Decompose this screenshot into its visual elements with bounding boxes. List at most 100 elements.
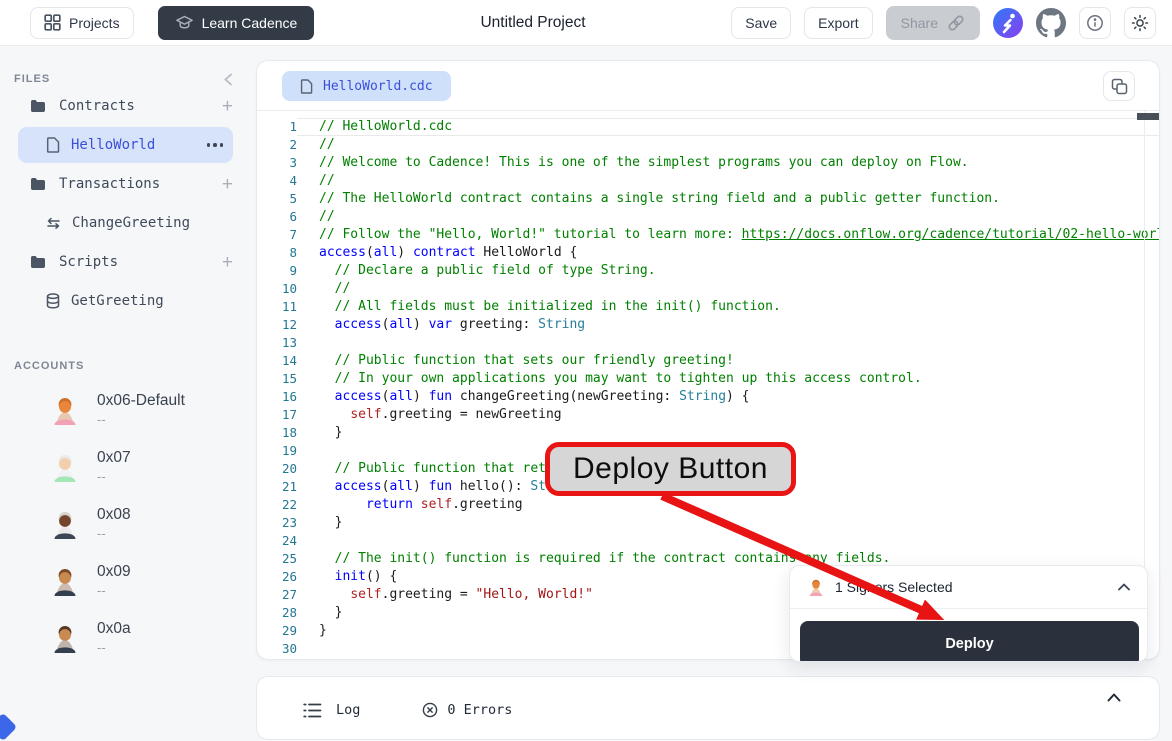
code-line: 11 // All fields must be initialized in …: [257, 298, 1159, 316]
projects-button[interactable]: Projects: [30, 7, 134, 39]
page-title: Untitled Project: [480, 14, 585, 32]
theme-toggle-button[interactable]: [1124, 7, 1156, 39]
contract-item-label: HelloWorld: [71, 137, 207, 153]
add-transaction-button[interactable]: +: [222, 175, 233, 194]
errors-label: 0 Errors: [447, 702, 512, 718]
add-contract-button[interactable]: +: [222, 97, 233, 116]
account-avatar: [807, 578, 825, 596]
link-icon: [947, 14, 965, 32]
account-row-0x06-default[interactable]: 0x06-Default --: [0, 381, 253, 438]
learn-cadence-label: Learn Cadence: [202, 15, 298, 31]
sidebar-item-getgreeting[interactable]: GetGreeting: [18, 283, 233, 319]
sidebar-folder-transactions[interactable]: Transactions +: [0, 164, 253, 204]
folder-icon: [30, 177, 46, 191]
account-info: 0x07 --: [97, 449, 131, 484]
code-line: 3// Welcome to Cadence! This is one of t…: [257, 154, 1159, 172]
folder-label: Contracts: [59, 98, 222, 114]
github-icon[interactable]: [1036, 8, 1066, 38]
account-row-0x07[interactable]: 0x07 --: [0, 438, 253, 495]
script-item-label: GetGreeting: [71, 293, 223, 309]
sidebar-collapse-icon[interactable]: [224, 73, 233, 86]
account-deployed-value: --: [97, 583, 131, 598]
grid-icon: [44, 14, 61, 31]
save-button[interactable]: Save: [731, 7, 791, 39]
account-row-0x08[interactable]: 0x08 --: [0, 495, 253, 552]
export-button[interactable]: Export: [804, 7, 872, 39]
sidebar-item-helloworld[interactable]: HelloWorld: [18, 127, 233, 163]
graduation-cap-icon: [175, 14, 194, 31]
files-section-header: FILES: [14, 72, 233, 86]
code-line: 15 // In your own applications you may w…: [257, 370, 1159, 388]
code-line: 12 access(all) var greeting: String: [257, 316, 1159, 334]
sidebar-folder-scripts[interactable]: Scripts +: [0, 242, 253, 282]
chevron-up-icon[interactable]: [1118, 583, 1130, 591]
annotation-callout: Deploy Button: [545, 442, 796, 496]
account-row-0x09[interactable]: 0x09 --: [0, 552, 253, 609]
info-button[interactable]: [1079, 7, 1111, 39]
sidebar-item-changegreeting[interactable]: ChangeGreeting: [18, 205, 233, 241]
account-row-0x0a[interactable]: 0x0a --: [0, 609, 253, 666]
code-line: 16 access(all) fun changeGreeting(newGre…: [257, 388, 1159, 406]
signers-header[interactable]: 1 Signers Selected: [790, 566, 1147, 609]
code-line: 22 return self.greeting: [257, 496, 1159, 514]
account-address: 0x09: [97, 563, 131, 581]
export-label: Export: [818, 15, 858, 31]
folder-icon: [30, 99, 46, 113]
account-info: 0x06-Default --: [97, 392, 185, 427]
editor-scrollbar-thumb[interactable]: [1137, 113, 1159, 120]
code-line: 4//: [257, 172, 1159, 190]
code-line: 24: [257, 532, 1159, 550]
signer-avatar: [807, 578, 825, 596]
tab-helloworld-cdc[interactable]: HelloWorld.cdc: [282, 71, 451, 101]
annotation-label: Deploy Button: [573, 452, 768, 486]
account-address: 0x07: [97, 449, 131, 467]
code-line: 8access(all) contract HelloWorld {: [257, 244, 1159, 262]
code-line: 1// HelloWorld.cdc: [257, 118, 1159, 136]
share-label: Share: [901, 15, 938, 31]
account-avatar: [50, 566, 80, 596]
signers-label: 1 Signers Selected: [835, 579, 1118, 595]
script-database-icon: [46, 293, 60, 309]
log-expand-chevron-icon[interactable]: [1107, 693, 1121, 702]
deploy-button[interactable]: Deploy: [800, 621, 1139, 662]
item-menu-icon[interactable]: [207, 143, 224, 147]
log-bar: Log 0 Errors: [256, 676, 1160, 740]
account-info: 0x08 --: [97, 506, 131, 541]
copy-code-button[interactable]: [1103, 71, 1135, 101]
account-address: 0x08: [97, 506, 131, 524]
code-line: 7// Follow the "Hello, World!" tutorial …: [257, 226, 1159, 244]
log-tab-label[interactable]: Log: [336, 702, 360, 718]
accounts-heading: ACCOUNTS: [14, 360, 84, 372]
folder-icon: [30, 255, 46, 269]
account-avatar: [50, 395, 80, 425]
account-address: 0x06-Default: [97, 392, 185, 410]
top-header: Projects Learn Cadence Untitled Project …: [0, 0, 1172, 46]
code-line: 18 }: [257, 424, 1159, 442]
account-deployed-value: --: [97, 526, 131, 541]
chat-widget-corner[interactable]: [0, 713, 17, 741]
code-line: 10 //: [257, 280, 1159, 298]
flow-playground-logo[interactable]: [993, 8, 1023, 38]
files-heading: FILES: [14, 73, 50, 85]
sidebar-folder-contracts[interactable]: Contracts +: [0, 86, 253, 126]
account-deployed-value: --: [97, 469, 131, 484]
account-info: 0x0a --: [97, 620, 131, 655]
info-icon: [1086, 14, 1104, 32]
account-info: 0x09 --: [97, 563, 131, 598]
accounts-list: 0x06-Default -- 0x07 -- 0x08 -- 0x09 --: [0, 381, 253, 666]
signers-panel: 1 Signers Selected Deploy: [789, 565, 1148, 662]
code-line: 2//: [257, 136, 1159, 154]
learn-cadence-button[interactable]: Learn Cadence: [158, 6, 315, 40]
code-line: 13: [257, 334, 1159, 352]
account-address: 0x0a: [97, 620, 131, 638]
code-line: 14 // Public function that sets our frie…: [257, 352, 1159, 370]
copy-icon: [1111, 78, 1128, 95]
sun-icon: [1131, 14, 1149, 32]
file-icon: [300, 79, 313, 94]
errors-indicator[interactable]: 0 Errors: [422, 702, 512, 718]
add-script-button[interactable]: +: [222, 253, 233, 272]
contract-file-icon: [46, 137, 60, 153]
header-actions: Save Export Share: [731, 6, 1156, 40]
transaction-icon: [46, 217, 61, 230]
share-button[interactable]: Share: [886, 6, 980, 40]
